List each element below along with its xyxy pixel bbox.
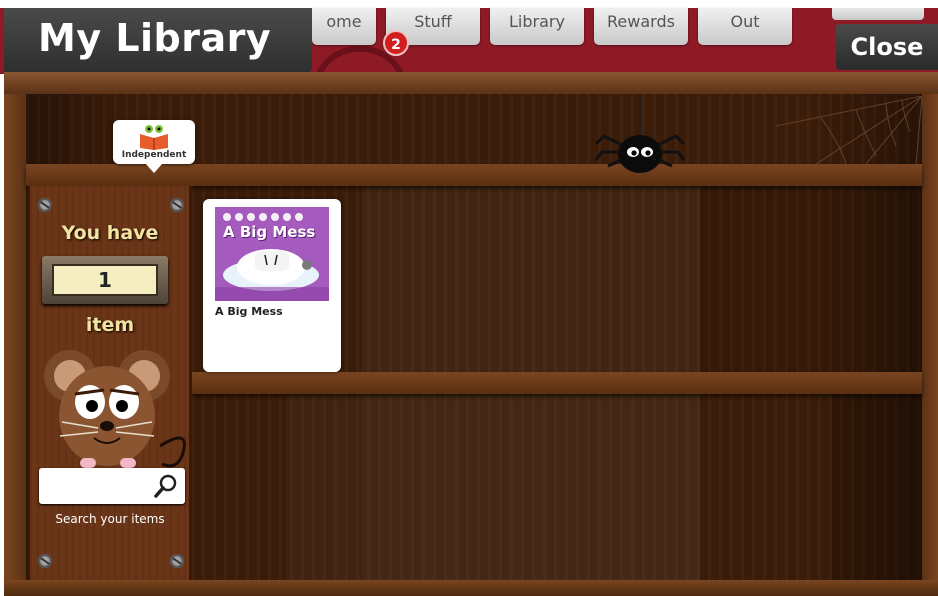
shelf-panel xyxy=(832,394,922,580)
library-app: ome Stuff Library Rewards Out 2 My Libra… xyxy=(0,0,938,596)
cobweb-icon xyxy=(776,96,922,164)
screw-icon xyxy=(38,198,52,212)
book-cover-title: A Big Mess xyxy=(223,223,316,241)
bookcase-right-side xyxy=(922,94,938,584)
nav-tab-library[interactable]: Library xyxy=(490,8,584,45)
item-count-frame: 1 xyxy=(42,256,168,304)
search-box xyxy=(39,468,185,504)
shelf-panel xyxy=(700,186,922,372)
nav-tab-label: Rewards xyxy=(607,12,675,31)
tag-label: Independent xyxy=(121,150,187,160)
search-caption: Search your items xyxy=(55,512,165,526)
item-count: 1 xyxy=(52,264,158,296)
top-right-tab[interactable] xyxy=(832,8,924,20)
spider-icon xyxy=(594,96,686,173)
shelf-panel xyxy=(362,186,700,372)
bookcase-bottom-rail xyxy=(4,580,938,596)
screw-icon xyxy=(170,198,184,212)
nav-tab-label: Library xyxy=(509,12,565,31)
search-icon[interactable] xyxy=(151,472,181,500)
book-title[interactable]: A Big Mess xyxy=(215,305,283,318)
shelf-panel xyxy=(286,394,362,580)
nav-tab-label: ome xyxy=(326,12,362,31)
screw-icon xyxy=(38,554,52,568)
shelf-panel xyxy=(362,394,700,580)
nav-tab-home[interactable]: ome xyxy=(312,8,376,45)
item-label: item xyxy=(85,314,135,336)
nav-tab-logout[interactable]: Out xyxy=(698,8,792,45)
bookcase-left-side xyxy=(4,94,26,584)
page-title-panel: My Library xyxy=(4,8,312,72)
bookcase-top-rail xyxy=(4,72,938,94)
open-book-icon xyxy=(140,125,168,150)
page-title: My Library xyxy=(38,16,272,60)
nav-tab-rewards[interactable]: Rewards xyxy=(594,8,688,45)
screw-icon xyxy=(170,554,184,568)
you-have-label: You have xyxy=(61,222,159,244)
items-side-panel: You have 1 item Search your items xyxy=(28,186,192,580)
close-button[interactable]: Close xyxy=(836,24,938,70)
independent-reading-tag[interactable]: Independent xyxy=(113,120,195,173)
search-input[interactable] xyxy=(43,472,151,502)
notification-badge: 2 xyxy=(383,30,409,56)
book-cover-art xyxy=(215,207,329,301)
nav-tab-label: Out xyxy=(730,12,760,31)
shelf-plank-middle xyxy=(192,372,922,394)
book-cover[interactable]: A Big Mess xyxy=(215,207,329,301)
book-card[interactable]: A Big Mess A Big Mess xyxy=(203,199,341,372)
mouse-mascot-icon xyxy=(44,350,186,468)
